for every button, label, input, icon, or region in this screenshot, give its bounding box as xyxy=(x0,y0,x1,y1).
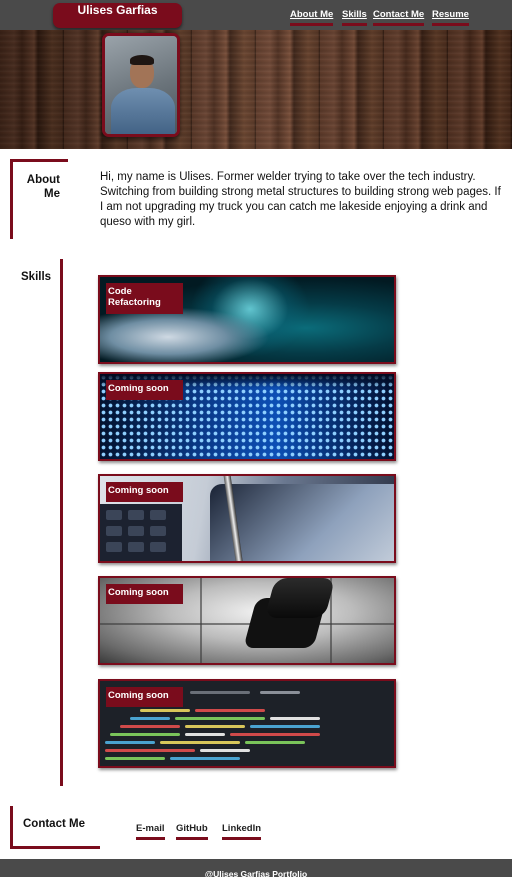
skill-card-label: Coming soon xyxy=(106,687,183,707)
footer-text: @Ulises Garfias Portfolio xyxy=(204,869,308,877)
hero-banner xyxy=(0,30,512,149)
site-title[interactable]: Ulises Garfias xyxy=(53,3,182,28)
skill-card-coming-soon-1[interactable]: Coming soon xyxy=(98,372,396,461)
nav-label: Contact Me xyxy=(373,9,425,26)
nav-link-contact-me[interactable]: Contact Me xyxy=(373,9,425,26)
contact-heading: Contact Me xyxy=(23,818,85,830)
nav-label: About Me xyxy=(290,9,334,26)
skill-card-label: Code Refactoring xyxy=(106,283,183,314)
skills-heading: Skills xyxy=(21,271,52,283)
skills-accent-line xyxy=(60,259,63,786)
skill-card-coming-soon-4[interactable]: Coming soon xyxy=(98,679,396,768)
contact-accent-line xyxy=(10,846,100,849)
skill-card-label: Coming soon xyxy=(106,482,183,502)
nav-label: Resume xyxy=(432,9,469,26)
hero-shading xyxy=(0,30,512,149)
nav-label: Skills xyxy=(342,9,367,26)
top-nav-bar: Ulises Garfias About Me Skills Contact M… xyxy=(0,0,512,30)
about-text: Hi, my name is Ulises. Former welder try… xyxy=(100,171,501,228)
skill-card-code-refactoring[interactable]: Code Refactoring xyxy=(98,275,396,364)
nav-link-resume[interactable]: Resume xyxy=(432,9,469,26)
contact-link-github[interactable]: GitHub xyxy=(176,823,208,840)
profile-photo xyxy=(102,33,180,137)
nav-link-about-me[interactable]: About Me xyxy=(290,9,334,26)
contact-accent-line-vertical xyxy=(10,806,13,848)
about-heading: About Me xyxy=(26,174,60,200)
skill-card-coming-soon-3[interactable]: Coming soon xyxy=(98,576,396,665)
about-accent-line-vertical xyxy=(10,159,13,239)
footer: @Ulises Garfias Portfolio xyxy=(0,859,512,877)
skill-card-label: Coming soon xyxy=(106,584,183,604)
skill-card-label: Coming soon xyxy=(106,380,183,400)
about-accent-line xyxy=(10,159,68,162)
skill-card-coming-soon-2[interactable]: Coming soon xyxy=(98,474,396,563)
contact-link-linkedin[interactable]: LinkedIn xyxy=(222,823,262,840)
nav-link-skills[interactable]: Skills xyxy=(342,9,367,26)
contact-link-email[interactable]: E-mail xyxy=(136,823,165,840)
